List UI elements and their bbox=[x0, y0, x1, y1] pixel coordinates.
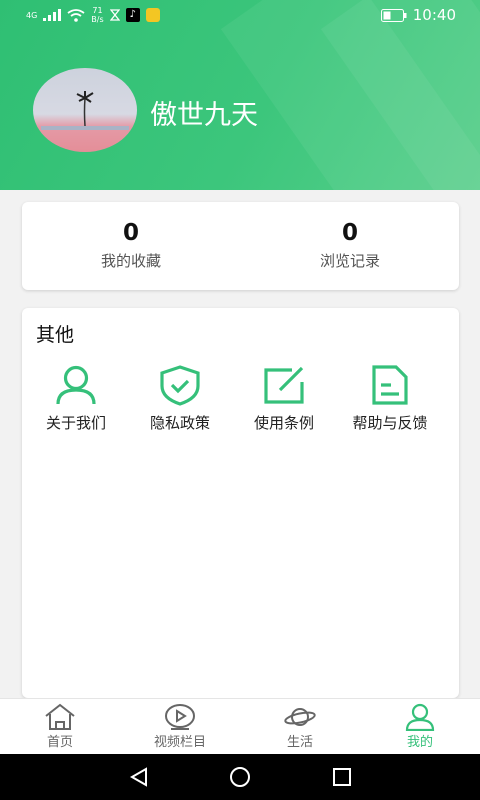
status-bar: 4G 71 B/s ♪ 10:40 bbox=[0, 0, 480, 32]
hourglass-icon bbox=[109, 9, 120, 21]
about-us-item[interactable]: 关于我们 bbox=[26, 364, 126, 433]
clock: 10:40 bbox=[412, 6, 456, 24]
username: 傲世九天 bbox=[150, 100, 258, 131]
other-section-title: 其他 bbox=[36, 324, 75, 346]
stats-card: 0 我的收藏 0 浏览记录 bbox=[22, 202, 459, 290]
tab-home-label: 首页 bbox=[46, 735, 73, 750]
tab-life-label: 生活 bbox=[286, 735, 313, 750]
home-button-icon[interactable] bbox=[229, 766, 251, 788]
system-navigation-bar bbox=[0, 754, 480, 800]
home-icon bbox=[45, 703, 75, 730]
terms-of-use-label: 使用条例 bbox=[253, 414, 314, 432]
history-label: 浏览记录 bbox=[319, 252, 380, 270]
network-label: 4G bbox=[26, 10, 38, 20]
help-feedback-label: 帮助与反馈 bbox=[352, 414, 428, 432]
user-icon bbox=[56, 365, 96, 405]
battery-icon bbox=[380, 8, 407, 22]
profile-header: 4G 71 B/s ♪ 10:40 傲世九天 bbox=[0, 0, 480, 190]
planet-icon bbox=[284, 708, 316, 726]
help-feedback-item[interactable]: 帮助与反馈 bbox=[340, 364, 440, 433]
shield-check-icon bbox=[160, 365, 200, 406]
person-icon bbox=[405, 703, 435, 731]
bottom-tab-bar: 首页 视频栏目 生活 我的 bbox=[0, 698, 480, 755]
tab-video-label: 视频栏目 bbox=[153, 735, 206, 750]
edit-icon bbox=[264, 366, 304, 404]
other-card: 其他 关于我们 隐私政策 使用条例 帮助与反馈 bbox=[22, 308, 459, 698]
favorites-label: 我的收藏 bbox=[100, 252, 161, 270]
history-stat[interactable]: 0 浏览记录 bbox=[241, 220, 459, 271]
privacy-policy-item[interactable]: 隐私政策 bbox=[130, 364, 230, 433]
network-speed: 71 B/s bbox=[91, 6, 104, 24]
app-notification-icon bbox=[145, 8, 160, 22]
tab-home[interactable]: 首页 bbox=[0, 703, 120, 750]
about-us-label: 关于我们 bbox=[45, 414, 106, 432]
terms-of-use-item[interactable]: 使用条例 bbox=[234, 364, 334, 433]
document-icon bbox=[372, 365, 408, 405]
back-icon[interactable] bbox=[128, 766, 150, 788]
wifi-icon bbox=[67, 8, 85, 22]
tab-video[interactable]: 视频栏目 bbox=[120, 703, 240, 750]
history-count: 0 bbox=[341, 220, 358, 246]
signal-icon bbox=[43, 9, 62, 21]
tab-mine[interactable]: 我的 bbox=[360, 703, 480, 750]
favorites-stat[interactable]: 0 我的收藏 bbox=[22, 220, 240, 271]
favorites-count: 0 bbox=[122, 220, 139, 246]
recent-apps-icon[interactable] bbox=[331, 766, 353, 788]
privacy-policy-label: 隐私政策 bbox=[149, 414, 210, 432]
tab-mine-label: 我的 bbox=[406, 735, 433, 750]
tiktok-icon: ♪ bbox=[125, 8, 140, 22]
play-icon bbox=[165, 704, 195, 730]
tab-life[interactable]: 生活 bbox=[240, 703, 360, 750]
avatar[interactable] bbox=[33, 68, 137, 152]
